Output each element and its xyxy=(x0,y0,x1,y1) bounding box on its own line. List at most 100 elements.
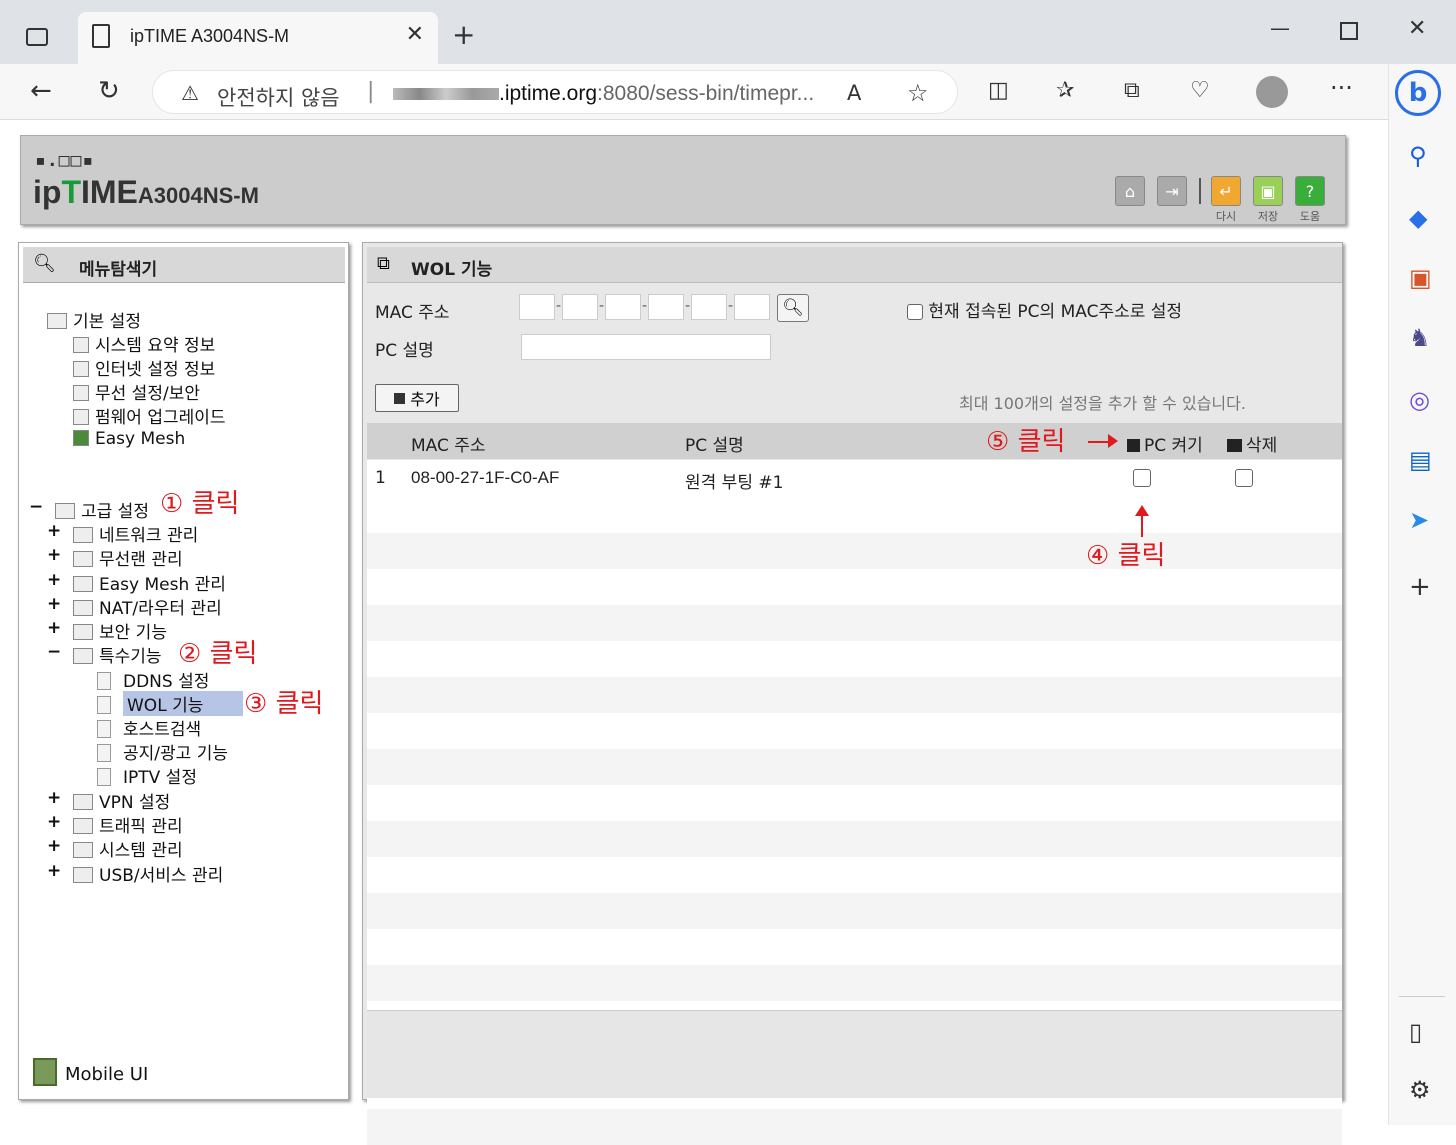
logout-icon[interactable]: ⇥ xyxy=(1157,176,1187,206)
collapse-icon[interactable]: − xyxy=(29,497,43,517)
nav-system-summary[interactable]: 시스템 요약 정보 xyxy=(73,331,215,356)
pc-desc-input[interactable] xyxy=(521,334,771,360)
nav-wlan-mgmt[interactable]: + 무선랜 관리 xyxy=(47,545,183,570)
expand-icon[interactable]: + xyxy=(47,521,61,541)
favorite-star-icon[interactable]: ☆ xyxy=(907,79,929,107)
mac-dash: - xyxy=(599,298,605,314)
send-icon[interactable]: ➤ xyxy=(1409,506,1429,534)
nav-host-search[interactable]: 호스트검색 xyxy=(97,715,201,740)
row-index: 1 xyxy=(375,468,386,488)
expand-icon[interactable]: + xyxy=(47,836,61,856)
current-pc-mac-option[interactable]: 현재 접속된 PC의 MAC주소로 설정 xyxy=(907,297,1182,322)
help-icon[interactable]: ? xyxy=(1295,176,1325,206)
nav-label: IPTV 설정 xyxy=(123,768,197,788)
nav-easy-mesh[interactable]: Easy Mesh xyxy=(73,429,185,449)
search-icon[interactable]: ⚲ xyxy=(1409,142,1427,170)
profile-avatar[interactable] xyxy=(1256,76,1288,108)
mac-octet-3[interactable] xyxy=(605,294,641,320)
hide-sidebar-icon[interactable]: ▯ xyxy=(1409,1018,1422,1046)
tab-close-icon[interactable]: ✕ xyxy=(406,22,424,47)
current-pc-checkbox[interactable] xyxy=(907,304,923,320)
mac-search-button[interactable]: 🔍︎ xyxy=(777,294,809,322)
col-power-on[interactable]: PC 켜기 xyxy=(1127,431,1203,456)
mac-octet-2[interactable] xyxy=(562,294,598,320)
mac-octet-6[interactable] xyxy=(734,294,770,320)
refresh-icon[interactable]: ↻ xyxy=(98,76,120,106)
nav-nat-router-mgmt[interactable]: + NAT/라우터 관리 xyxy=(47,594,222,619)
add-sidebar-icon[interactable]: + xyxy=(1409,572,1431,602)
games-icon[interactable]: ♞ xyxy=(1409,324,1431,352)
nav-wireless-security[interactable]: 무선 설정/보안 xyxy=(73,379,200,404)
nav-advanced-settings[interactable]: − 고급 설정 xyxy=(29,497,149,522)
mac-octet-5[interactable] xyxy=(691,294,727,320)
nav-label: 호스트검색 xyxy=(123,720,202,740)
minimize-icon[interactable]: — xyxy=(1270,16,1290,40)
nav-firmware-upgrade[interactable]: 펌웨어 업그레이드 xyxy=(73,403,226,428)
new-tab-icon[interactable]: + xyxy=(452,18,475,51)
mobile-ui-link[interactable]: Mobile UI xyxy=(33,1058,148,1086)
expand-icon[interactable]: + xyxy=(47,570,61,590)
nav-traffic[interactable]: + 트래픽 관리 xyxy=(47,812,183,837)
traffic-icon xyxy=(73,818,93,834)
browser-tab[interactable]: ipTIME A3004NS-M ✕ xyxy=(78,12,438,64)
expand-icon[interactable]: + xyxy=(47,788,61,808)
expand-icon[interactable]: + xyxy=(47,618,61,638)
mac-dash: - xyxy=(728,298,734,314)
more-menu-icon[interactable]: ··· xyxy=(1330,74,1353,102)
nav-system-mgmt[interactable]: + 시스템 관리 xyxy=(47,836,183,861)
office-icon[interactable]: ◎ xyxy=(1409,386,1430,414)
expand-icon[interactable]: + xyxy=(47,594,61,614)
collapse-icon[interactable]: − xyxy=(47,642,61,662)
add-button[interactable]: 추가 xyxy=(375,384,459,412)
delete-checkbox[interactable] xyxy=(1235,469,1253,487)
favorites-icon[interactable]: ✰ xyxy=(1056,78,1074,103)
address-separator: | xyxy=(367,79,375,104)
empty-row xyxy=(367,569,1342,605)
nav-basic-settings[interactable]: 기본 설정 xyxy=(47,307,141,332)
nav-notice-ad[interactable]: 공지/광고 기능 xyxy=(97,739,228,764)
shopping-tag-icon[interactable]: ◆ xyxy=(1409,204,1427,232)
nav-label-selected: WOL 기능 xyxy=(123,691,243,716)
nav-special-features[interactable]: − 특수기능 xyxy=(47,642,162,667)
nav-wol[interactable]: WOL 기능 xyxy=(97,691,243,716)
browser-essentials-icon[interactable]: ♡ xyxy=(1190,78,1210,103)
mac-octet-4[interactable] xyxy=(648,294,684,320)
expand-icon[interactable]: + xyxy=(47,861,61,881)
outlook-icon[interactable]: ▤ xyxy=(1409,446,1432,474)
sidebar-toggle-icon[interactable] xyxy=(26,28,48,46)
nav-network-mgmt[interactable]: + 네트워크 관리 xyxy=(47,521,198,546)
window-close-icon[interactable]: ✕ xyxy=(1408,16,1426,41)
home-icon[interactable]: ⌂ xyxy=(1115,176,1145,206)
split-screen-icon[interactable]: ◫ xyxy=(988,78,1009,103)
nav-vpn[interactable]: + VPN 설정 xyxy=(47,788,170,813)
mac-octet-1[interactable] xyxy=(519,294,555,320)
nav-usb-service[interactable]: + USB/서비스 관리 xyxy=(47,861,223,886)
expand-icon[interactable]: + xyxy=(47,812,61,832)
arrow-head-up-icon xyxy=(1135,505,1149,516)
bing-chat-icon[interactable]: b xyxy=(1395,70,1441,116)
col-delete[interactable]: 삭제 xyxy=(1227,431,1277,456)
nav-security[interactable]: + 보안 기능 xyxy=(47,618,167,643)
address-bar[interactable]: ⚠ 안전하지 않음 | .iptime.org:8080/sess-bin/ti… xyxy=(152,70,958,114)
sidebar-divider xyxy=(1399,996,1445,997)
logo-ime: IME xyxy=(80,174,138,210)
expand-icon[interactable]: + xyxy=(47,545,61,565)
annotation-step3: ③ 클릭 xyxy=(244,689,324,719)
back-icon[interactable]: ← xyxy=(30,76,52,106)
collections-icon[interactable]: ⧉ xyxy=(1124,78,1140,103)
tools-icon[interactable]: ▣ xyxy=(1409,264,1432,292)
reload-icon[interactable]: ↵ xyxy=(1211,176,1241,206)
table-header: MAC 주소 PC 설명 PC 켜기 삭제 xyxy=(367,423,1342,459)
maximize-icon[interactable] xyxy=(1340,22,1358,40)
nav-easy-mesh-mgmt[interactable]: + Easy Mesh 관리 xyxy=(47,570,226,595)
settings-gear-icon[interactable]: ⚙ xyxy=(1409,1076,1431,1104)
nav-label: 펌웨어 업그레이드 xyxy=(95,408,226,428)
nav-ddns[interactable]: DDNS 설정 xyxy=(97,667,209,692)
nav-internet-info[interactable]: 인터넷 설정 정보 xyxy=(73,355,215,380)
nav-iptv[interactable]: IPTV 설정 xyxy=(97,763,197,788)
add-icon xyxy=(394,392,406,404)
save-icon[interactable]: ▣ xyxy=(1253,176,1283,206)
arrow-head-right-icon xyxy=(1108,434,1118,448)
power-on-checkbox[interactable] xyxy=(1133,469,1151,487)
read-aloud-icon[interactable]: A xyxy=(847,81,861,105)
